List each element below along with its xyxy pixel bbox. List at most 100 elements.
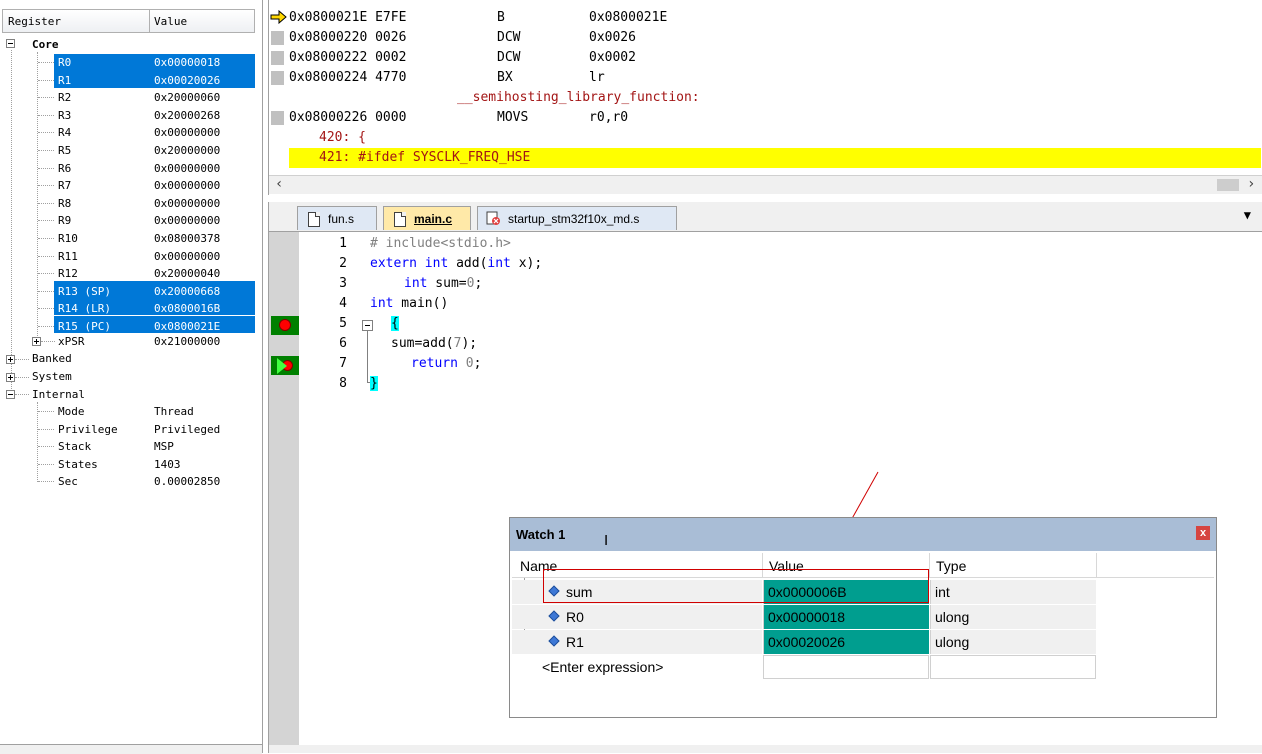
register-name-xpsr[interactable]: xPSR (58, 333, 85, 350)
line-number: 4 (339, 296, 347, 311)
line-number: 7 (339, 356, 347, 371)
banked-group-label[interactable]: Banked (32, 350, 72, 367)
watch-type: ulong (930, 605, 1096, 629)
disasm-function-label[interactable]: __semihosting_library_function: (457, 88, 700, 108)
register-name-r2[interactable]: R2 (58, 89, 71, 106)
watch-row-r1[interactable]: R1 0x00020026 ulong (512, 630, 1096, 655)
watch-type: ulong (930, 630, 1096, 654)
internal-collapse-toggle[interactable] (6, 390, 15, 399)
tab-fun-s[interactable]: fun.s (297, 206, 377, 230)
register-value-r0[interactable]: 0x00000018 (154, 54, 220, 71)
register-name-r11[interactable]: R11 (58, 248, 78, 265)
register-name-r12[interactable]: R12 (58, 265, 78, 282)
register-value-r7[interactable]: 0x00000000 (154, 177, 220, 194)
code-line-1[interactable]: # include<stdio.h> (370, 234, 511, 254)
disasm-source-line[interactable]: 420: { (319, 128, 366, 148)
watch-row-r0[interactable]: R0 0x00000018 ulong (512, 605, 1096, 630)
internal-value[interactable]: 0.00002850 (154, 473, 220, 490)
exec-marker (271, 31, 284, 45)
register-name-r1[interactable]: R1 (58, 72, 71, 89)
core-collapse-toggle[interactable] (6, 39, 15, 48)
register-value-r4[interactable]: 0x00000000 (154, 124, 220, 141)
watch-name[interactable]: R1 (566, 630, 584, 654)
register-value-r5[interactable]: 0x20000000 (154, 142, 220, 159)
tab-main-c[interactable]: main.c (383, 206, 471, 230)
register-name-r6[interactable]: R6 (58, 160, 71, 177)
register-name-r7[interactable]: R7 (58, 177, 71, 194)
watch-name[interactable]: R0 (566, 605, 584, 629)
disasm-horizontal-scrollbar[interactable]: ‹ › (269, 175, 1262, 194)
register-value-xpsr[interactable]: 0x21000000 (154, 333, 220, 350)
internal-value[interactable]: 1403 (154, 456, 181, 473)
watch-variable-icon (548, 610, 560, 622)
disasm-line[interactable]: 0x08000226 0000 MOVS r0,r0 (289, 108, 628, 128)
register-column-header[interactable]: Register (8, 15, 61, 28)
watch-type-header[interactable]: Type (936, 558, 966, 574)
watch-title: Watch 1 (516, 527, 566, 542)
watch-value[interactable]: 0x00000018 (763, 605, 929, 629)
register-name-r10[interactable]: R10 (58, 230, 78, 247)
code-line-6[interactable]: sum=add(7); (391, 334, 477, 354)
code-line-4[interactable]: int main() (370, 294, 448, 314)
system-expand-toggle[interactable] (6, 373, 15, 382)
xpsr-expand-toggle[interactable] (32, 337, 41, 346)
register-value-r3[interactable]: 0x20000268 (154, 107, 220, 124)
internal-name[interactable]: Privilege (58, 421, 118, 438)
line-number: 2 (339, 256, 347, 271)
register-name-r14[interactable]: R14 (LR) (58, 300, 111, 317)
register-name-r13[interactable]: R13 (SP) (58, 283, 111, 300)
register-value-r12[interactable]: 0x20000040 (154, 265, 220, 282)
editor-horizontal-scrollbar[interactable] (269, 745, 1262, 753)
scroll-thumb[interactable] (1217, 179, 1239, 191)
value-column-header[interactable]: Value (154, 15, 187, 28)
internal-name[interactable]: Stack (58, 438, 91, 455)
internal-name[interactable]: Sec (58, 473, 78, 490)
code-line-2[interactable]: extern int add(int x); (370, 254, 542, 274)
code-line-5[interactable]: { (391, 314, 399, 334)
register-value-r1[interactable]: 0x00020026 (154, 72, 220, 89)
register-name-r0[interactable]: R0 (58, 54, 71, 71)
tab-list-dropdown-icon[interactable]: ▼ (1244, 208, 1251, 222)
register-name-r4[interactable]: R4 (58, 124, 71, 141)
register-name-r9[interactable]: R9 (58, 212, 71, 229)
register-name-r5[interactable]: R5 (58, 142, 71, 159)
tab-startup-s[interactable]: startup_stm32f10x_md.s (477, 206, 677, 230)
internal-value[interactable]: Privileged (154, 421, 220, 438)
watch-window: Watch 1 I x Name Value Type sum 0x0000006… (509, 517, 1217, 718)
breakpoint-icon[interactable] (271, 316, 299, 335)
code-line-8[interactable]: } (370, 374, 378, 394)
internal-value[interactable]: Thread (154, 403, 194, 420)
register-value-r9[interactable]: 0x00000000 (154, 212, 220, 229)
scroll-left-icon[interactable]: ‹ (275, 176, 283, 192)
watch-enter-expression-row[interactable]: <Enter expression> (512, 655, 1096, 680)
register-value-r14[interactable]: 0x0800016B (154, 300, 220, 317)
core-group-label[interactable]: Core (32, 36, 59, 53)
internal-name[interactable]: Mode (58, 403, 85, 420)
disasm-source-line-current[interactable]: 421: #ifdef SYSCLK_FREQ_HSE (319, 148, 530, 168)
internal-value[interactable]: MSP (154, 438, 174, 455)
watch-value[interactable]: 0x00020026 (763, 630, 929, 654)
register-value-r11[interactable]: 0x00000000 (154, 248, 220, 265)
fold-collapse-icon[interactable] (362, 320, 373, 331)
register-value-r13[interactable]: 0x20000668 (154, 283, 220, 300)
close-icon[interactable]: x (1196, 526, 1210, 540)
line-number: 1 (339, 236, 347, 251)
register-value-r2[interactable]: 0x20000060 (154, 89, 220, 106)
register-name-r3[interactable]: R3 (58, 107, 71, 124)
internal-group-label[interactable]: Internal (32, 386, 85, 403)
code-line-3[interactable]: int sum=0; (404, 274, 482, 294)
line-number: 8 (339, 376, 347, 391)
breakpoint-current-icon[interactable] (271, 356, 299, 375)
internal-name[interactable]: States (58, 456, 98, 473)
banked-expand-toggle[interactable] (6, 355, 15, 364)
code-line-7[interactable]: return 0; (411, 354, 481, 374)
register-value-r10[interactable]: 0x08000378 (154, 230, 220, 247)
scroll-right-icon[interactable]: › (1247, 176, 1255, 192)
breakpoint-margin[interactable] (269, 232, 299, 745)
enter-expression-field[interactable]: <Enter expression> (542, 655, 663, 679)
register-value-r8[interactable]: 0x00000000 (154, 195, 220, 212)
system-group-label[interactable]: System (32, 368, 72, 385)
register-name-r8[interactable]: R8 (58, 195, 71, 212)
watch-titlebar[interactable]: Watch 1 I x (510, 518, 1216, 551)
register-value-r6[interactable]: 0x00000000 (154, 160, 220, 177)
